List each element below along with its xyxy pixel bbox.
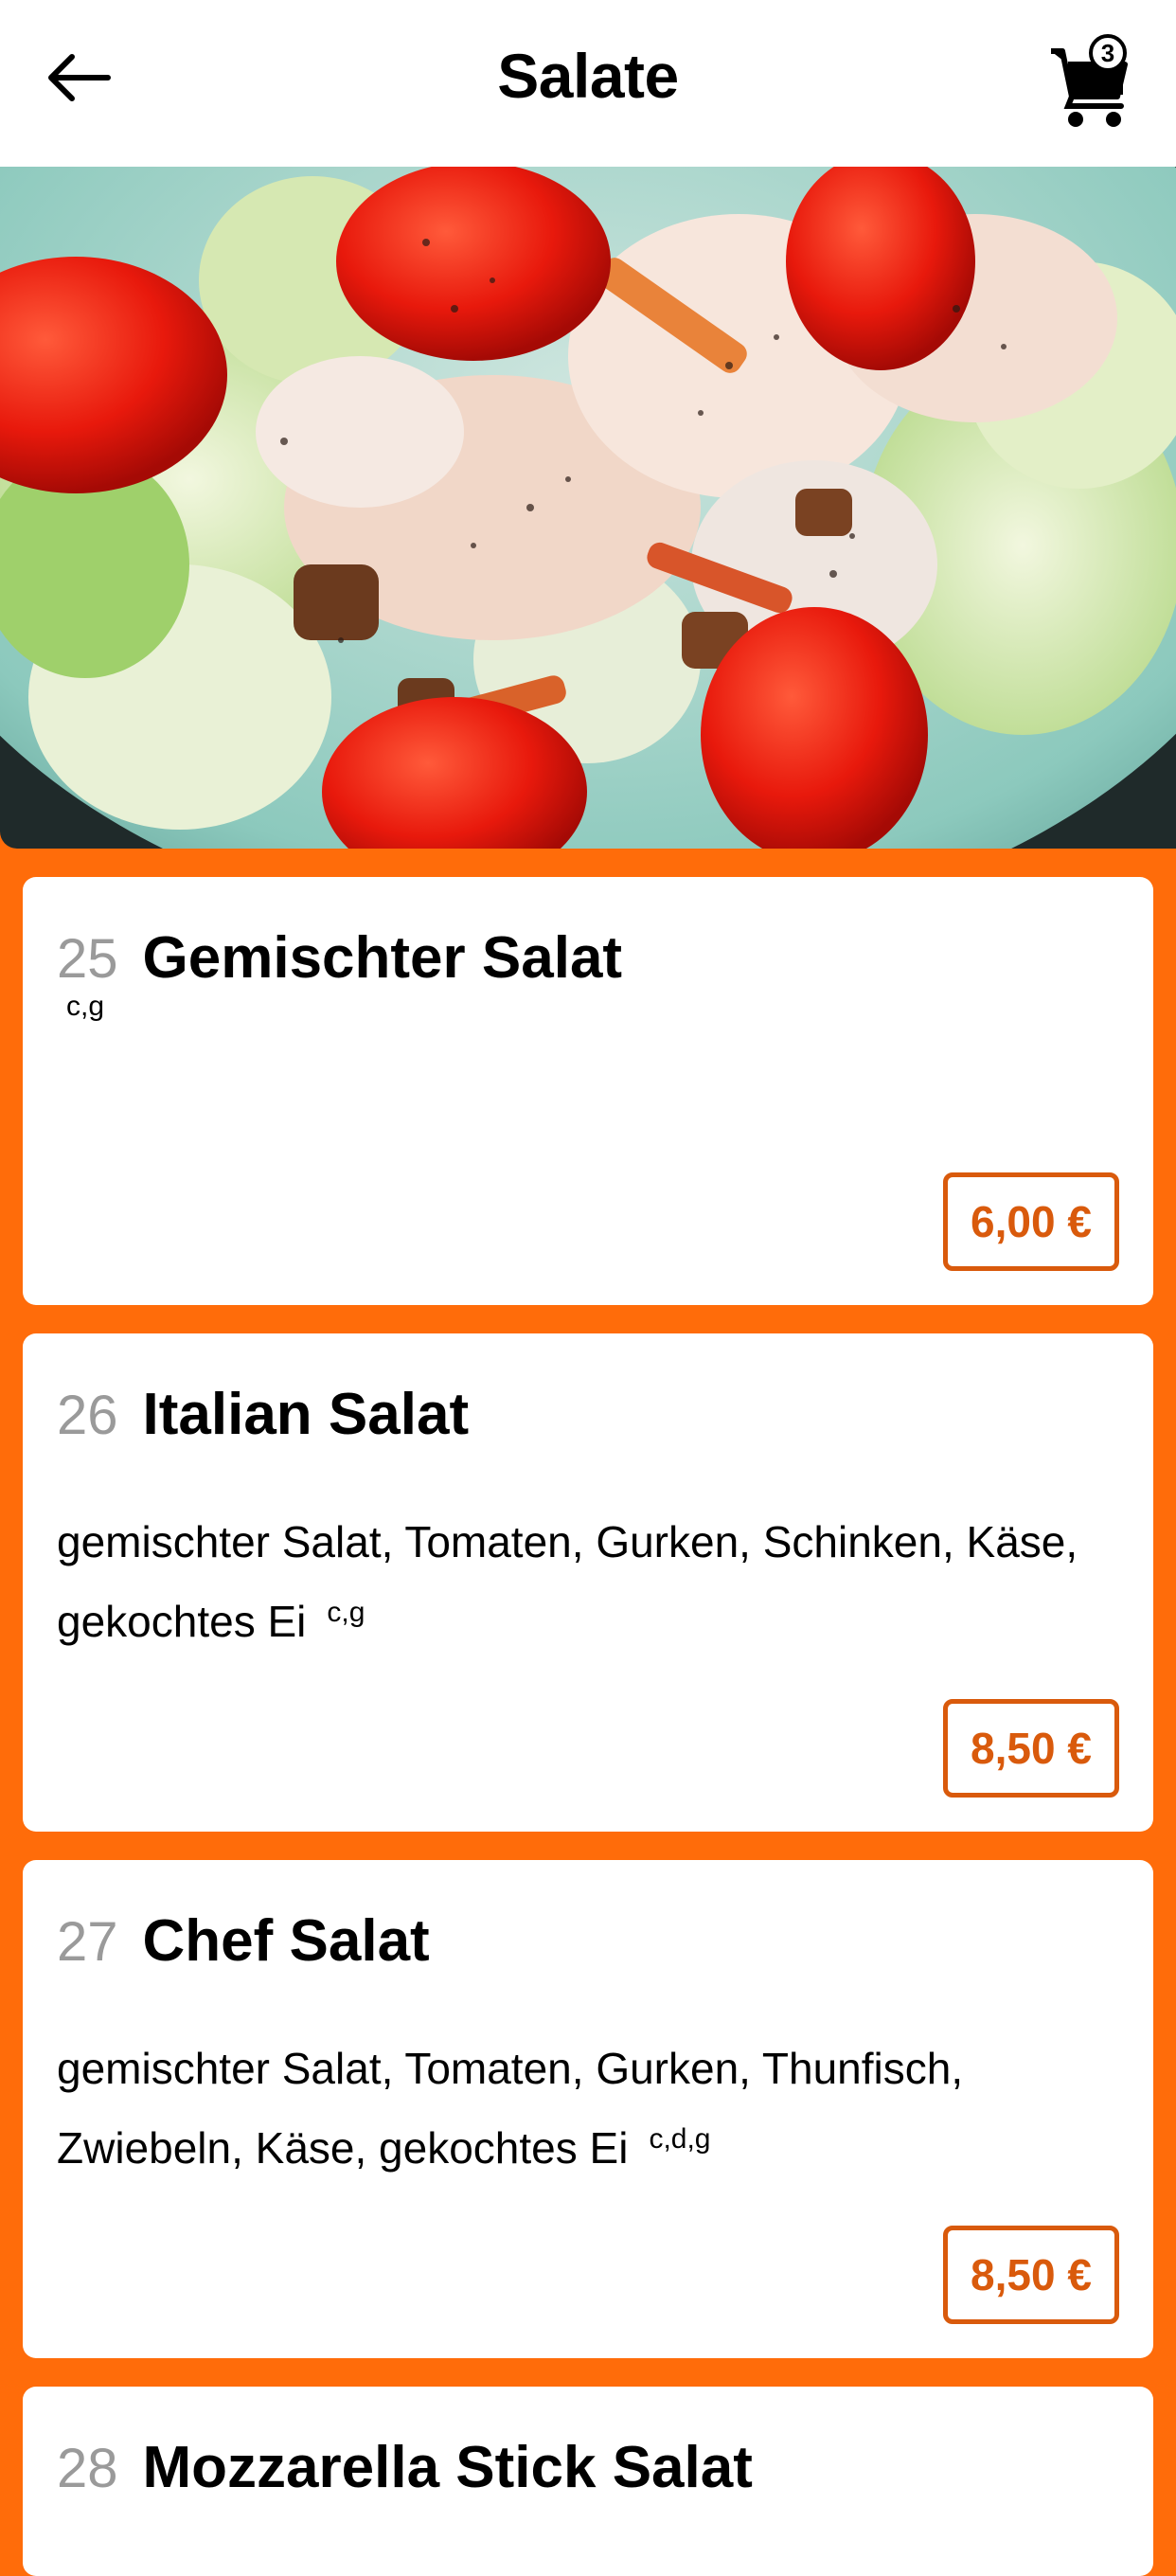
item-header: 26 Italian Salat bbox=[57, 1381, 469, 1448]
item-number: 28 bbox=[57, 2438, 118, 2499]
menu-item-card[interactable]: 26 Italian Salat gemischter Salat, Tomat… bbox=[23, 1333, 1153, 1832]
menu-item-card[interactable]: 25 Gemischter Salat c,g 6,00 € bbox=[23, 877, 1153, 1305]
menu-item-card[interactable]: 28 Mozzarella Stick Salat bbox=[23, 2387, 1153, 2576]
item-description-line: Zwiebeln, Käse, gekochtes Ei bbox=[57, 2123, 629, 2173]
item-number: 26 bbox=[57, 1385, 118, 1446]
item-number: 25 bbox=[57, 928, 118, 990]
salad-bowl-photo bbox=[0, 167, 1176, 849]
price-button[interactable]: 8,50 € bbox=[943, 1699, 1119, 1798]
item-name: Mozzarella Stick Salat bbox=[142, 2435, 753, 2500]
item-name: Gemischter Salat bbox=[142, 925, 623, 991]
item-name: Chef Salat bbox=[142, 1908, 430, 1974]
item-description-line: gekochtes Ei bbox=[57, 1597, 307, 1646]
item-allergens: c,g bbox=[66, 991, 105, 1022]
cart-button[interactable]: 3 bbox=[1049, 34, 1144, 127]
item-header: 27 Chef Salat bbox=[57, 1907, 430, 1975]
price-button[interactable]: 6,00 € bbox=[943, 1172, 1119, 1271]
item-description: gemischter Salat, Tomaten, Gurken, Thunf… bbox=[57, 2029, 1115, 2188]
menu-item-card[interactable]: 27 Chef Salat gemischter Salat, Tomaten,… bbox=[23, 1860, 1153, 2358]
item-description: gemischter Salat, Tomaten, Gurken, Schin… bbox=[57, 1502, 1115, 1661]
item-allergens: c,d,g bbox=[649, 2122, 711, 2155]
price-button[interactable]: 8,50 € bbox=[943, 2226, 1119, 2324]
item-header: 25 Gemischter Salat bbox=[57, 924, 622, 992]
page-title: Salate bbox=[497, 41, 679, 111]
item-allergens: c,g bbox=[327, 1596, 365, 1628]
item-name: Italian Salat bbox=[142, 1382, 470, 1447]
category-hero-image bbox=[0, 167, 1176, 849]
item-description-line: gemischter Salat, Tomaten, Gurken, Schin… bbox=[57, 1517, 1078, 1566]
app-header: Salate 3 bbox=[0, 0, 1176, 167]
item-header: 28 Mozzarella Stick Salat bbox=[57, 2434, 753, 2501]
item-description-line: gemischter Salat, Tomaten, Gurken, Thunf… bbox=[57, 2044, 964, 2093]
item-number: 27 bbox=[57, 1911, 118, 1973]
cart-count-badge: 3 bbox=[1089, 34, 1127, 72]
